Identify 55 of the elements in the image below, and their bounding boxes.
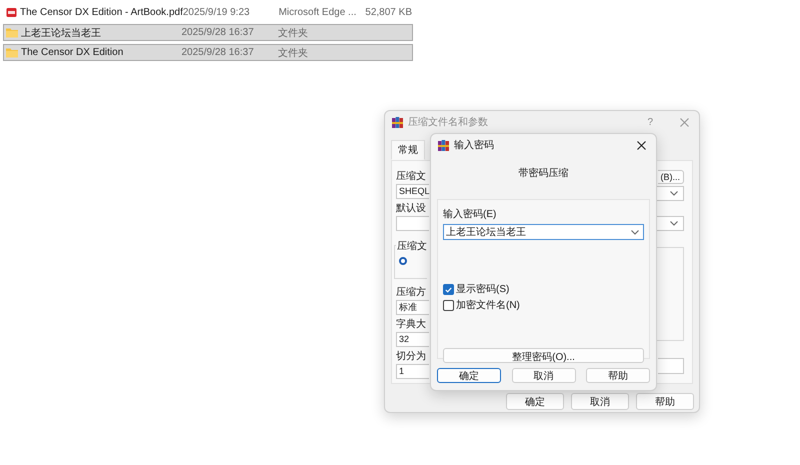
folder-icon: [6, 47, 18, 58]
file-name: 上老王论坛当老王: [21, 26, 102, 40]
books-icon: [392, 116, 403, 128]
input-field[interactable]: 1: [396, 364, 429, 379]
file-size: 52,807 KB: [364, 7, 412, 18]
field-label: 切分为: [396, 350, 427, 363]
dropdown[interactable]: [657, 216, 684, 231]
file-name: The Censor DX Edition - ArtBook.pdf: [20, 7, 183, 18]
file-type: 文件夹: [278, 46, 309, 60]
chevron-icon: [631, 230, 639, 234]
field-label: 字典大: [396, 318, 427, 331]
chevron-icon: [670, 221, 678, 226]
input-field[interactable]: [396, 216, 429, 231]
dialog-button[interactable]: 帮助: [636, 393, 694, 410]
dialog-button[interactable]: 取消: [571, 393, 629, 410]
dropdown[interactable]: [657, 186, 684, 201]
file-date: 2025/9/19 9:23: [182, 7, 251, 18]
input-field[interactable]: 标准: [396, 300, 429, 315]
file-date: 2025/9/28 16:37: [181, 27, 255, 38]
input-field[interactable]: [658, 358, 684, 374]
close-icon[interactable]: [637, 140, 646, 150]
field-label: 压缩方: [396, 286, 427, 299]
input-field[interactable]: 32: [396, 332, 429, 347]
field-label: 压缩文: [396, 170, 427, 183]
dialog-heading: 带密码压缩: [518, 166, 570, 180]
checkbox[interactable]: [443, 300, 454, 311]
field-label: 默认设: [396, 202, 427, 215]
input-field[interactable]: SHEQL: [396, 184, 429, 199]
file-row[interactable]: The Censor DX Edition - ArtBook.pdf2025/9/19 9:23 Microsoft Edge ... 52,807 KB: [3, 4, 413, 21]
field-label: 输入密码(E): [443, 208, 498, 221]
tab[interactable]: 常规: [391, 140, 425, 160]
file-date: 2025/9/28 16:37: [181, 47, 255, 58]
folder-icon: [6, 27, 18, 38]
group-label: 压缩文: [396, 239, 428, 253]
file-type: 文件夹: [278, 26, 309, 40]
dialog-button[interactable]: 帮助: [586, 368, 650, 383]
checkbox-label[interactable]: 显示密码(S): [456, 283, 510, 296]
file-row[interactable]: 上老王论坛当老王 2025/9/28 16:37 文件夹: [3, 24, 413, 41]
organize-button[interactable]: 整理密码(O)...: [443, 348, 644, 363]
radio-button[interactable]: [399, 257, 407, 265]
window-title: 输入密码: [454, 138, 495, 152]
dialog-button[interactable]: 取消: [512, 368, 576, 383]
chevron-icon: [670, 191, 678, 196]
checkbox-label[interactable]: 加密文件名(N): [456, 299, 520, 312]
file-name: The Censor DX Edition: [21, 47, 124, 58]
books-icon: [438, 140, 449, 150]
file-type: Microsoft Edge ...: [278, 7, 358, 18]
browse-button[interactable]: (B)...: [658, 170, 684, 184]
window-title: 压缩文件名和参数: [408, 116, 489, 129]
dialog-button[interactable]: 确定: [437, 368, 501, 383]
pdf-icon: [6, 7, 17, 18]
checkbox[interactable]: [443, 284, 454, 295]
file-row[interactable]: The Censor DX Edition 2025/9/28 16:37 文件夹: [3, 44, 413, 61]
dialog-button[interactable]: 确定: [506, 393, 564, 410]
password-field[interactable]: 上老王论坛当老王: [443, 224, 644, 240]
